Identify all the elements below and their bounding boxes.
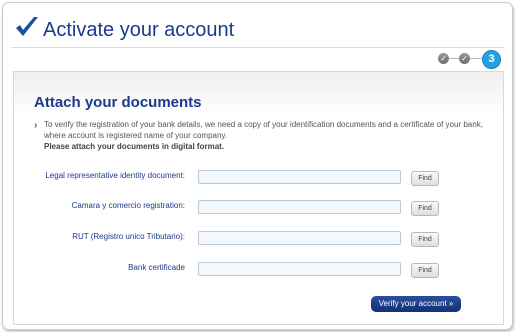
chevron-right-icon: › [34,120,38,131]
step-1-done-icon: ✓ [438,53,449,64]
step-current: 3 [482,50,501,69]
activation-window: Activate your account ✓ ✓ 3 Attach your … [2,2,513,330]
field-label: Legal representative identity document: [45,171,185,180]
rut-input[interactable] [198,231,401,245]
field-row-camara: Camara y comercio registration: Find [14,200,503,216]
bank-certificate-input[interactable] [198,262,401,276]
identity-document-input[interactable] [198,170,401,184]
page-title: Activate your account [43,19,235,41]
step-2-done-icon: ✓ [459,53,470,64]
field-row-identity: Legal representative identity document: … [14,170,503,186]
checkmark-icon [16,17,38,36]
header-divider [11,47,504,48]
section-title: Attach your documents [34,94,202,111]
camara-registration-input[interactable] [198,200,401,214]
field-row-rut: RUT (Registro unico Tributario): Find [14,231,503,247]
field-label: Camara y comercio registration: [71,201,185,210]
field-label: RUT (Registro unico Tributario): [72,232,185,241]
documents-panel: Attach your documents › To verify the re… [13,71,504,325]
field-row-bank: Bank certificade Find [14,262,503,278]
intro-body: To verify the registration of your bank … [44,120,483,140]
find-button[interactable]: Find [411,201,439,216]
find-button[interactable]: Find [411,263,439,278]
find-button[interactable]: Find [411,232,439,247]
intro-text: To verify the registration of your bank … [44,119,504,152]
step-indicator: ✓ ✓ 3 [436,50,506,69]
verify-account-button[interactable]: Verify your account » [371,296,461,312]
intro-strong: Please attach your documents in digital … [44,142,225,151]
field-label: Bank certificade [128,263,185,272]
find-button[interactable]: Find [411,171,439,186]
